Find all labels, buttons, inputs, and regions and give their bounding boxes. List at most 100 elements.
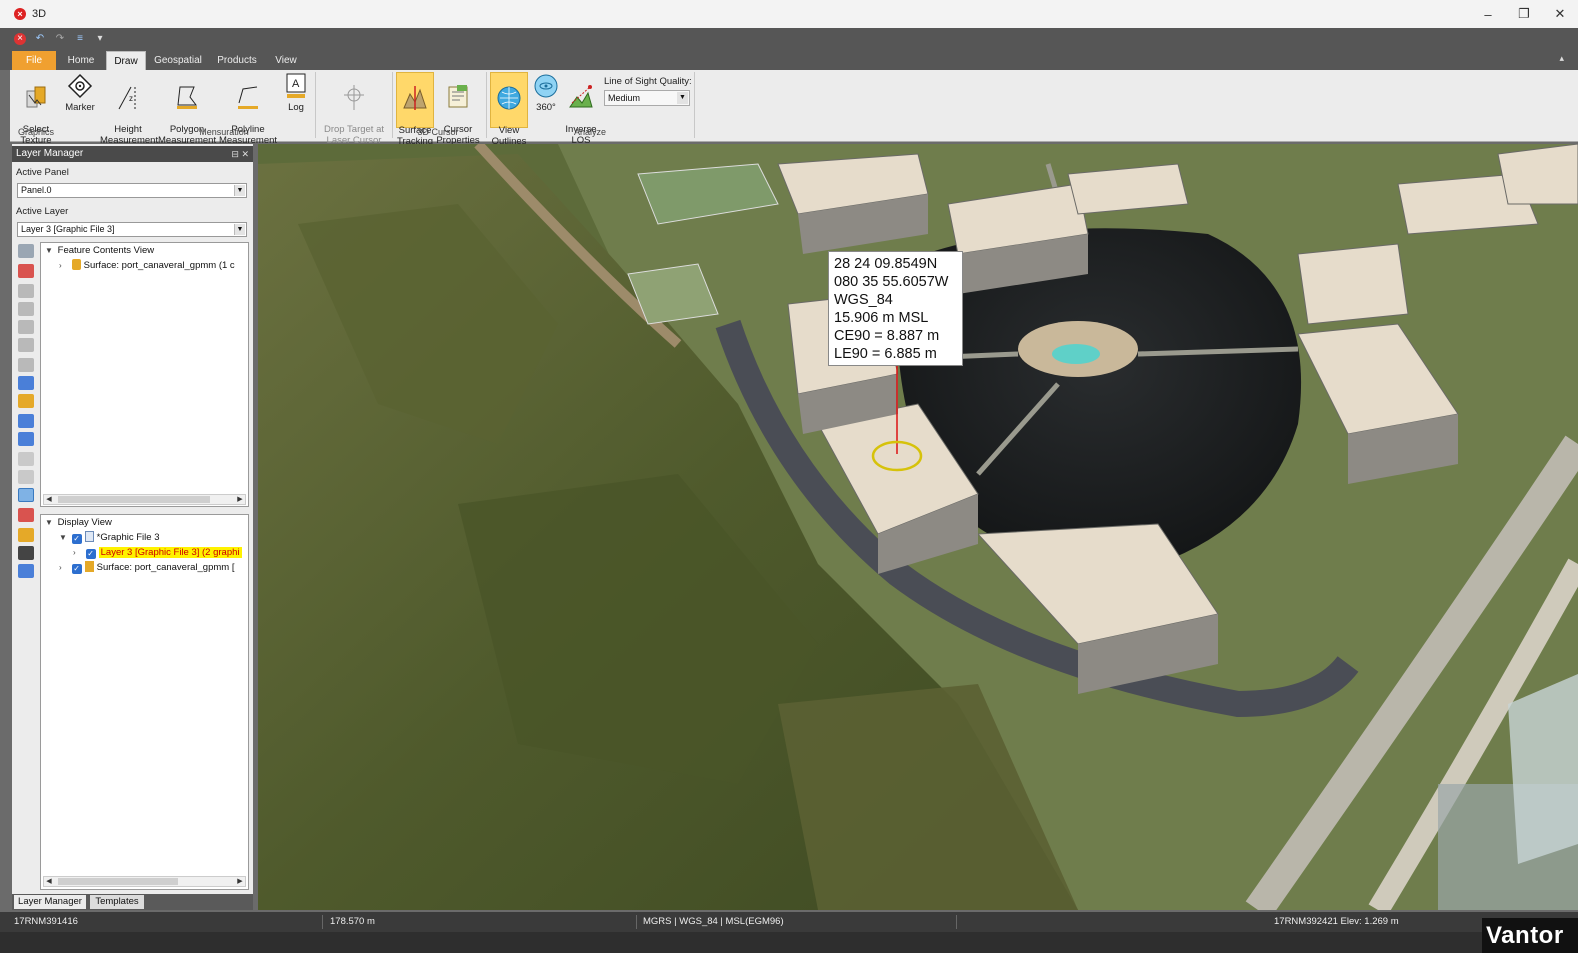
crosshair-icon (344, 85, 364, 110)
arrow-up-icon[interactable] (18, 414, 34, 428)
drop-target-label: Drop Target at Laser Cursor (323, 124, 385, 146)
tab-products[interactable]: Products (212, 51, 262, 70)
polyline-measurement-button[interactable]: Polyline Measurement (218, 72, 278, 146)
display-view-header[interactable]: ▼ Display View (45, 516, 112, 530)
move-tool-icon[interactable] (18, 284, 34, 298)
display-view-tree: ▼ Display View ▼ ✓ *Graphic File 3 › ✓ Lay… (40, 514, 249, 890)
close-button[interactable]: ✕ (1542, 0, 1578, 28)
stack-icon[interactable] (18, 564, 34, 578)
cursor-properties-button[interactable]: Cursor Properties (436, 72, 480, 146)
layer-down-icon[interactable] (18, 320, 34, 334)
surface-icon (84, 561, 94, 572)
readout-lon: 080 35 55.6057W (834, 274, 949, 290)
triangle-icon[interactable] (18, 432, 34, 446)
checkbox-checked-icon[interactable]: ✓ (85, 549, 96, 559)
layer-bottom-icon[interactable] (18, 358, 34, 372)
collapse-ribbon-icon[interactable]: ▴ (1559, 53, 1564, 64)
layers-icon[interactable]: ≡ (74, 33, 86, 45)
active-panel-select[interactable]: Panel.0 ▼ (17, 183, 247, 198)
polygon-measurement-button[interactable]: Polygon Measurement (158, 72, 216, 146)
select-texture-button[interactable]: Select Texture (14, 72, 58, 146)
drop-target-button[interactable]: Drop Target at Laser Cursor (320, 72, 388, 146)
los-quality-select[interactable]: Medium ▼ (604, 90, 690, 106)
tab-templates[interactable]: Templates (90, 895, 144, 909)
inverse-los-button[interactable]: Inverse LOS (562, 72, 600, 146)
quick-access-toolbar: × ↶ ↷ ≡ ▾ (0, 28, 1578, 50)
customize-qat-icon[interactable]: ▾ (94, 33, 106, 45)
log-button[interactable]: A Log (282, 72, 310, 128)
los-quality-label: Line of Sight Quality: (604, 76, 692, 87)
restore-button[interactable]: ❐ (1506, 0, 1542, 28)
path-tool-icon[interactable] (18, 528, 34, 542)
tab-home[interactable]: Home (62, 51, 100, 70)
tab-geospatial[interactable]: Geospatial (150, 51, 206, 70)
minimize-button[interactable]: – (1470, 0, 1506, 28)
checkbox-checked-icon[interactable]: ✓ (71, 564, 82, 574)
surface-item[interactable]: › ✓ Surface: port_canaveral_gpmm [ (59, 561, 234, 575)
people-icon[interactable] (18, 546, 34, 560)
checkbox-checked-icon[interactable]: ✓ (71, 534, 82, 544)
app-close-icon[interactable]: × (14, 8, 26, 20)
status-coord-system: MGRS | WGS_84 | MSL(EGM96) (643, 916, 784, 927)
app-menu-icon[interactable]: × (14, 33, 26, 45)
layer-item[interactable]: › ✓ Layer 3 [Graphic File 3] (2 graphi (73, 546, 242, 560)
footer-strip (0, 932, 1578, 953)
readout-datum: WGS_84 (834, 292, 893, 308)
scroll-left-icon[interactable]: ◀ (44, 877, 54, 886)
readout-ce90: CE90 = 8.887 m (834, 328, 940, 344)
feature-surface-item[interactable]: › Surface: port_canaveral_gpmm (1 c (59, 259, 235, 273)
surface-tracking-button[interactable]: Surface Tracking (396, 72, 434, 147)
status-mgrs-cursor: 17RNM391416 (14, 916, 78, 927)
layer-manager-title: Layer Manager (16, 148, 84, 159)
active-layer-label: Active Layer (16, 206, 69, 217)
save-layer-icon[interactable] (18, 376, 34, 390)
view-outlines-button[interactable]: View Outlines (490, 72, 528, 147)
three-sixty-button[interactable]: 360° (532, 72, 560, 128)
tab-file[interactable]: File (12, 51, 56, 70)
scroll-right-icon[interactable]: ▶ (235, 495, 245, 504)
chevron-right-icon: › (59, 261, 62, 270)
pointer-tool-icon[interactable] (18, 244, 34, 258)
three-sixty-icon (534, 74, 558, 98)
redo-icon[interactable]: ↷ (54, 33, 66, 45)
surface-tracking-icon (403, 86, 427, 110)
feature-surface-label: Surface: port_canaveral_gpmm (1 c (83, 260, 235, 271)
active-layer-select[interactable]: Layer 3 [Graphic File 3] ▼ (17, 222, 247, 237)
log-icon: A (286, 73, 306, 98)
draw-tool-icon[interactable] (18, 508, 34, 522)
view-icon[interactable] (18, 488, 34, 502)
chevron-right-icon: › (73, 548, 76, 557)
tab-layer-manager[interactable]: Layer Manager (14, 895, 86, 909)
feature-tree-scrollbar[interactable]: ◀ ▶ (43, 494, 246, 505)
expand-icon[interactable] (18, 470, 34, 484)
marker-button[interactable]: Marker (62, 72, 98, 128)
tab-draw[interactable]: Draw (106, 51, 146, 70)
los-quality-value: Medium (608, 93, 641, 103)
height-measurement-button[interactable]: z Height Measurement (100, 72, 158, 146)
layer-up-icon[interactable] (18, 302, 34, 316)
scroll-right-icon[interactable]: ▶ (235, 877, 245, 886)
scroll-thumb[interactable] (58, 496, 210, 503)
3d-viewport[interactable]: 28 24 09.8549N 080 35 55.6057W WGS_84 15… (258, 144, 1578, 910)
feature-contents-header[interactable]: ▼ Feature Contents View (45, 244, 154, 258)
title-bar: × 3D – ❐ ✕ (0, 0, 1578, 28)
ribbon: Select Texture Marker z Height Measureme… (10, 70, 1578, 147)
ribbon-tabs: File Home Draw Geospatial Products View … (0, 50, 1578, 70)
layer-top-icon[interactable] (18, 338, 34, 352)
scroll-thumb[interactable] (58, 878, 178, 885)
chevron-down-icon: ▼ (59, 533, 67, 542)
delete-tool-icon[interactable] (18, 264, 34, 278)
panel-tabs: Layer Manager Templates (12, 894, 253, 910)
select-texture-icon (26, 86, 46, 108)
display-tree-scrollbar[interactable]: ◀ ▶ (43, 876, 246, 887)
scroll-left-icon[interactable]: ◀ (44, 495, 54, 504)
ribbon-separator (315, 72, 316, 138)
collapse-icon[interactable] (18, 452, 34, 466)
tab-view[interactable]: View (268, 51, 304, 70)
chevron-down-icon: ▼ (45, 518, 53, 527)
chevron-right-icon: › (59, 563, 62, 572)
graphic-file-item[interactable]: ▼ ✓ *Graphic File 3 (59, 531, 159, 545)
edit-layer-icon[interactable] (18, 394, 34, 408)
panel-pin-close-icon[interactable]: ⊟ ✕ (231, 146, 249, 162)
undo-icon[interactable]: ↶ (34, 33, 46, 45)
